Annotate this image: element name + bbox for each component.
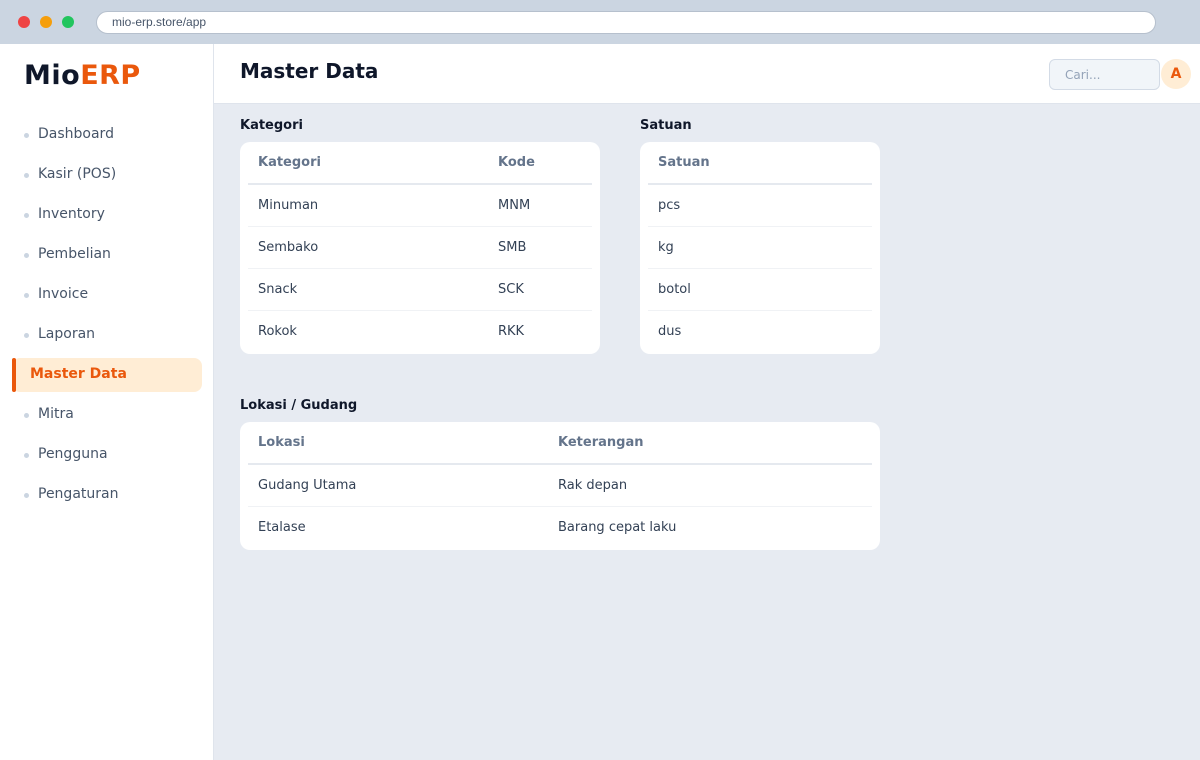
sidebar-item-invoice[interactable]: Invoice — [12, 278, 202, 312]
sidebar-item-inventory[interactable]: Inventory — [12, 198, 202, 232]
satuan-table: Satuan pcs kg botol dus — [640, 142, 880, 354]
section-title-lokasi: Lokasi / Gudang — [240, 398, 358, 413]
sidebar-item-label: Pembelian — [38, 246, 111, 262]
sidebar-item-pengguna[interactable]: Pengguna — [12, 438, 202, 472]
header-divider — [648, 183, 872, 185]
sidebar-item-pengaturan[interactable]: Pengaturan — [12, 478, 202, 512]
cell-kategori: Sembako — [258, 240, 319, 255]
column-header-kode[interactable]: Kode — [498, 142, 535, 184]
search-input[interactable] — [1049, 59, 1160, 90]
cell-kode: RKK — [498, 324, 525, 339]
sidebar-item-label: Laporan — [38, 326, 96, 342]
sidebar-item-label: Mitra — [38, 406, 74, 422]
maximize-window-button[interactable] — [62, 16, 74, 28]
row-divider — [648, 310, 872, 311]
section-title-satuan: Satuan — [640, 118, 692, 133]
sidebar-item-label: Master Data — [30, 366, 127, 382]
table-row[interactable]: kg — [658, 227, 674, 269]
cell-kode: MNM — [498, 198, 531, 213]
sidebar-item-pembelian[interactable]: Pembelian — [12, 238, 202, 272]
sidebar-item-label: Dashboard — [38, 126, 114, 142]
close-window-button[interactable] — [18, 16, 30, 28]
cell-kode: SCK — [498, 282, 524, 297]
lokasi-table: Lokasi Keterangan Gudang Utama Rak depan… — [240, 422, 880, 550]
column-header-lokasi[interactable]: Lokasi — [258, 422, 305, 464]
cell-kategori: Snack — [258, 282, 298, 297]
cell-keterangan: Rak depan — [558, 478, 628, 493]
column-header-satuan[interactable]: Satuan — [658, 142, 710, 184]
app-logo[interactable]: MioERP — [24, 60, 141, 91]
sidebar-item-label: Pengguna — [38, 446, 108, 462]
cell-lokasi: Gudang Utama — [258, 478, 357, 493]
bullet-icon — [24, 213, 29, 218]
kategori-table: Kategori Kode Minuman MNM Sembako SMB Sn… — [240, 142, 600, 354]
browser-chrome: mio-erp.store/app — [0, 0, 1200, 44]
cell-kategori: Rokok — [258, 324, 297, 339]
row-divider — [648, 226, 872, 227]
active-indicator — [12, 358, 16, 392]
column-header-kategori[interactable]: Kategori — [258, 142, 321, 184]
page-header: Master Data A — [214, 44, 1200, 104]
cell-kategori: Minuman — [258, 198, 319, 213]
sidebar-item-dashboard[interactable]: Dashboard — [12, 118, 202, 152]
table-row[interactable]: botol — [658, 269, 691, 311]
sidebar-item-master-data[interactable]: Master Data — [12, 358, 202, 392]
section-title-kategori: Kategori — [240, 118, 303, 133]
sidebar-item-mitra[interactable]: Mitra — [12, 398, 202, 432]
bullet-icon — [24, 493, 29, 498]
bullet-icon — [24, 173, 29, 178]
row-divider — [248, 268, 592, 269]
sidebar-item-label: Kasir (POS) — [38, 166, 117, 182]
sidebar-item-label: Pengaturan — [38, 486, 119, 502]
logo-text-erp: ERP — [80, 60, 141, 91]
cell-lokasi: Etalase — [258, 520, 306, 535]
bullet-icon — [24, 133, 29, 138]
table-row[interactable]: pcs — [658, 185, 680, 227]
cell-keterangan: Barang cepat laku — [558, 520, 677, 535]
bullet-icon — [24, 293, 29, 298]
table-row[interactable]: dus — [658, 311, 681, 353]
sidebar-item-kasir[interactable]: Kasir (POS) — [12, 158, 202, 192]
column-header-keterangan[interactable]: Keterangan — [558, 422, 643, 464]
bullet-icon — [24, 253, 29, 258]
page-title: Master Data — [240, 59, 379, 83]
address-bar[interactable]: mio-erp.store/app — [96, 11, 1156, 34]
minimize-window-button[interactable] — [40, 16, 52, 28]
row-divider — [248, 310, 592, 311]
sidebar-item-label: Inventory — [38, 206, 105, 222]
sidebar-item-label: Invoice — [38, 286, 89, 302]
sidebar-item-laporan[interactable]: Laporan — [12, 318, 202, 352]
bullet-icon — [24, 333, 29, 338]
bullet-icon — [24, 453, 29, 458]
cell-kode: SMB — [498, 240, 527, 255]
user-avatar[interactable]: A — [1161, 59, 1191, 89]
bullet-icon — [24, 413, 29, 418]
sidebar: MioERP Dashboard Kasir (POS) Inventory P… — [0, 44, 214, 760]
logo-text-mio: Mio — [24, 60, 81, 91]
